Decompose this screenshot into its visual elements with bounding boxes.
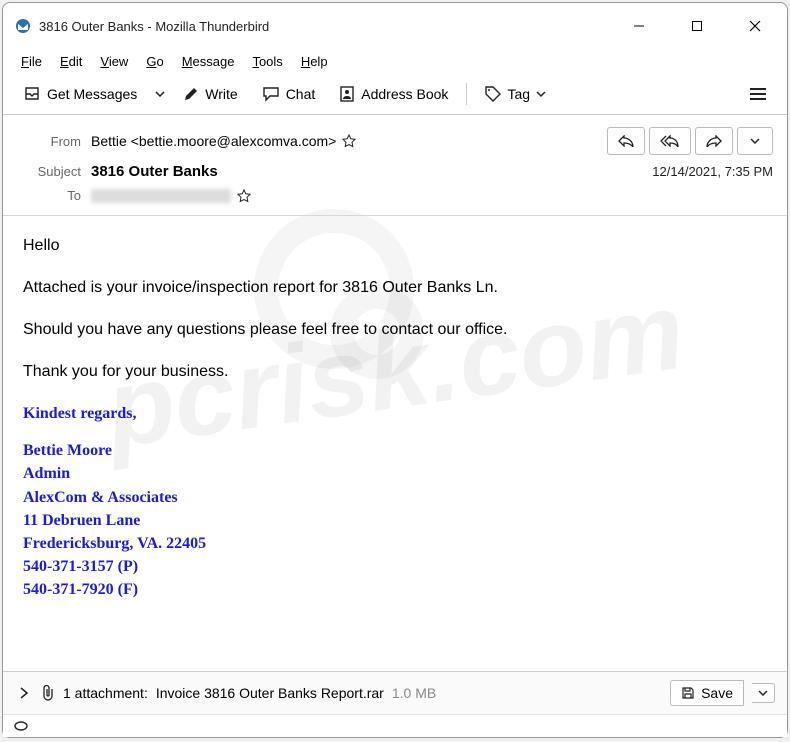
from-value[interactable]: Bettie <bettie.moore@alexcomva.com> bbox=[91, 133, 336, 149]
attachment-filename[interactable]: Invoice 3816 Outer Banks Report.rar bbox=[156, 685, 384, 701]
menubar: File Edit View Go Message Tools Help bbox=[3, 49, 787, 74]
window-title: 3816 Outer Banks - Mozilla Thunderbird bbox=[39, 19, 619, 34]
write-label: Write bbox=[205, 86, 237, 102]
chevron-right-icon bbox=[19, 687, 29, 699]
star-contact-button[interactable] bbox=[342, 134, 356, 148]
tag-button[interactable]: Tag bbox=[475, 80, 556, 108]
sig-company: AlexCom & Associates bbox=[23, 486, 767, 509]
write-button[interactable]: Write bbox=[173, 80, 247, 108]
forward-icon bbox=[706, 135, 722, 147]
star-recipient-button[interactable] bbox=[237, 189, 251, 203]
from-label: From bbox=[17, 134, 81, 149]
sig-phone-f: 540-371-7920 (F) bbox=[23, 578, 767, 601]
star-icon bbox=[237, 189, 251, 203]
header-actions bbox=[607, 127, 773, 155]
sig-regards: Kindest regards, bbox=[23, 402, 767, 425]
message-headers: From Bettie <bettie.moore@alexcomva.com>… bbox=[3, 115, 787, 216]
sig-addr2: Fredericksburg, VA. 22405 bbox=[23, 532, 767, 555]
reply-all-button[interactable] bbox=[649, 127, 691, 155]
address-book-button[interactable]: Address Book bbox=[329, 80, 458, 108]
from-row: From Bettie <bettie.moore@alexcomva.com> bbox=[17, 123, 773, 159]
tag-label: Tag bbox=[507, 86, 530, 102]
app-icon bbox=[15, 18, 31, 34]
chevron-down-icon bbox=[758, 688, 768, 698]
to-value-redacted bbox=[91, 189, 231, 203]
chat-button[interactable]: Chat bbox=[252, 80, 326, 108]
toolbar: Get Messages Write Chat Address Book Tag bbox=[3, 74, 787, 115]
minimize-button[interactable] bbox=[619, 11, 659, 41]
address-book-icon bbox=[339, 86, 355, 102]
paperclip-icon bbox=[41, 685, 55, 701]
save-icon bbox=[681, 686, 695, 700]
chevron-down-icon bbox=[750, 136, 760, 146]
subject-value: 3816 Outer Banks bbox=[91, 163, 652, 180]
hamburger-icon bbox=[749, 87, 767, 101]
sig-phone-p: 540-371-3157 (P) bbox=[23, 555, 767, 578]
attachment-size: 1.0 MB bbox=[392, 685, 436, 701]
to-label: To bbox=[17, 188, 81, 203]
message-body: Hello Attached is your invoice/inspectio… bbox=[3, 216, 787, 671]
get-messages-button[interactable]: Get Messages bbox=[13, 80, 147, 108]
sync-icon[interactable] bbox=[13, 719, 777, 733]
star-icon bbox=[342, 134, 356, 148]
app-window: pcrisk.com 3816 Outer Banks - Mozilla Th… bbox=[2, 2, 788, 738]
app-menu-button[interactable] bbox=[739, 81, 777, 107]
forward-button[interactable] bbox=[695, 127, 733, 155]
inbox-icon bbox=[23, 86, 41, 102]
reply-button[interactable] bbox=[607, 127, 645, 155]
menu-help[interactable]: Help bbox=[293, 51, 336, 72]
chevron-down-icon bbox=[155, 89, 165, 99]
menu-tools[interactable]: Tools bbox=[244, 51, 290, 72]
sig-addr1: 11 Debruen Lane bbox=[23, 509, 767, 532]
chat-label: Chat bbox=[286, 86, 316, 102]
get-messages-label: Get Messages bbox=[47, 86, 137, 102]
body-p1: Attached is your invoice/inspection repo… bbox=[23, 276, 767, 300]
body-p2: Should you have any questions please fee… bbox=[23, 318, 767, 342]
maximize-button[interactable] bbox=[677, 11, 717, 41]
address-book-label: Address Book bbox=[361, 86, 448, 102]
subject-row: Subject 3816 Outer Banks 12/14/2021, 7:3… bbox=[17, 159, 773, 184]
toolbar-separator bbox=[466, 83, 467, 105]
sig-name: Bettie Moore bbox=[23, 439, 767, 462]
to-value-wrap bbox=[91, 189, 773, 203]
titlebar: 3816 Outer Banks - Mozilla Thunderbird bbox=[3, 3, 787, 49]
save-label: Save bbox=[701, 685, 733, 701]
close-button[interactable] bbox=[735, 11, 775, 41]
menu-view[interactable]: View bbox=[92, 51, 136, 72]
reply-icon bbox=[618, 135, 634, 147]
more-actions-button[interactable] bbox=[737, 127, 773, 155]
message-datetime: 12/14/2021, 7:35 PM bbox=[652, 164, 773, 179]
attachment-toggle[interactable] bbox=[15, 685, 33, 701]
tag-icon bbox=[485, 86, 501, 102]
body-greeting: Hello bbox=[23, 234, 767, 258]
save-dropdown[interactable] bbox=[752, 683, 775, 703]
attachment-bar: 1 attachment: Invoice 3816 Outer Banks R… bbox=[3, 671, 787, 714]
chevron-down-icon bbox=[536, 89, 546, 99]
menu-go[interactable]: Go bbox=[138, 51, 171, 72]
chat-icon bbox=[262, 86, 280, 102]
subject-label: Subject bbox=[17, 164, 81, 179]
to-row: To bbox=[17, 184, 773, 207]
window-controls bbox=[619, 11, 775, 41]
attachment-count: 1 attachment: bbox=[63, 685, 148, 701]
from-value-wrap: Bettie <bettie.moore@alexcomva.com> bbox=[91, 133, 607, 149]
get-messages-dropdown[interactable] bbox=[151, 83, 169, 105]
menu-edit[interactable]: Edit bbox=[52, 51, 90, 72]
save-attachment-button[interactable]: Save bbox=[670, 680, 744, 706]
menu-file[interactable]: File bbox=[13, 51, 50, 72]
reply-all-icon bbox=[660, 135, 680, 147]
body-p3: Thank you for your business. bbox=[23, 360, 767, 384]
menu-message[interactable]: Message bbox=[174, 51, 243, 72]
signature-block: Kindest regards, Bettie Moore Admin Alex… bbox=[23, 402, 767, 602]
status-bar bbox=[3, 714, 787, 737]
sig-role: Admin bbox=[23, 462, 767, 485]
pencil-icon bbox=[183, 86, 199, 102]
